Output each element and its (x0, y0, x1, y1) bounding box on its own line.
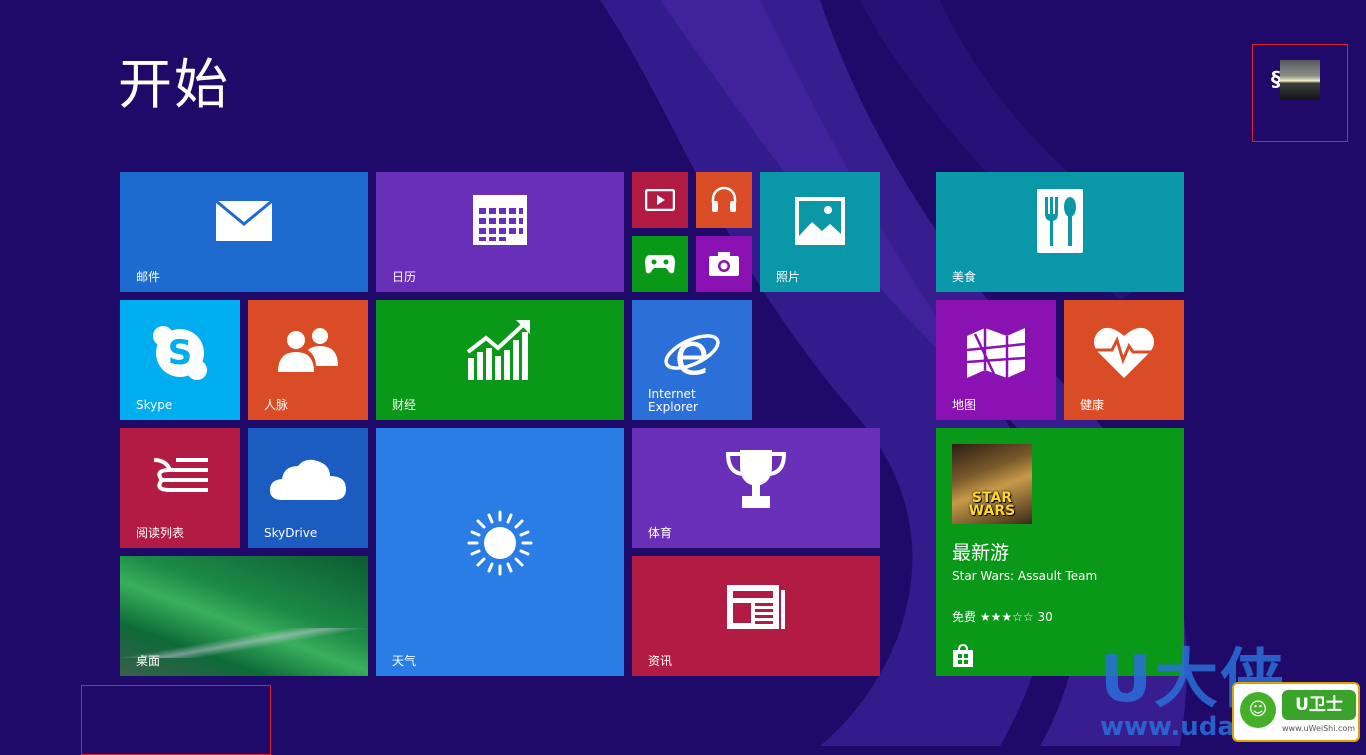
ie-icon: e (632, 322, 752, 380)
store-price: 免费 (952, 610, 977, 624)
camera-icon (696, 251, 752, 277)
tile-video[interactable] (632, 172, 688, 228)
store-heading: 最新游 (952, 542, 1010, 564)
fork-spoon-icon (936, 188, 1184, 254)
tile-label-food: 美食 (952, 270, 977, 284)
map-icon (936, 326, 1056, 380)
store-bag-icon (952, 644, 974, 668)
calendar-icon (376, 194, 624, 246)
tile-label-people: 人脉 (264, 398, 289, 412)
chart-icon (376, 318, 624, 382)
watermark-url: www.uda (1100, 712, 1235, 742)
tile-internet-explorer[interactable]: e Internet Explorer (632, 300, 752, 420)
tile-health[interactable]: 健康 (1064, 300, 1184, 420)
tile-skype[interactable]: S Skype (120, 300, 240, 420)
tile-label-mail: 邮件 (136, 270, 161, 284)
sun-icon (376, 510, 624, 576)
envelope-icon (120, 200, 368, 242)
tile-photos[interactable]: 照片 (760, 172, 880, 292)
tile-calendar[interactable]: 日历 (376, 172, 624, 292)
picture-icon (760, 196, 880, 246)
tile-desktop[interactable]: 桌面 (120, 556, 368, 676)
tile-label-reading-list: 阅读列表 (136, 526, 185, 540)
tile-label-skype: Skype (136, 398, 173, 412)
tile-label-skydrive: SkyDrive (264, 526, 318, 540)
skype-icon: S (120, 324, 240, 382)
tile-label-news: 资讯 (648, 654, 673, 668)
trophy-icon (632, 448, 880, 510)
tile-label-finance: 财经 (392, 398, 417, 412)
tile-people[interactable]: 人脉 (248, 300, 368, 420)
selection-highlight (81, 685, 271, 755)
tile-reading-list[interactable]: 阅读列表 (120, 428, 240, 548)
tile-label-ie-line1: Internet (648, 387, 696, 401)
tile-label-calendar: 日历 (392, 270, 417, 284)
people-icon (248, 326, 368, 374)
tile-label-photos: 照片 (776, 270, 801, 284)
svg-text:S: S (168, 333, 193, 373)
tile-maps[interactable]: 地图 (936, 300, 1056, 420)
user-avatar[interactable] (1280, 60, 1320, 100)
reading-list-icon (120, 456, 240, 500)
store-rating-count: 30 (1037, 610, 1053, 624)
tile-finance[interactable]: 财经 (376, 300, 624, 420)
store-rating-line: 免费 ★★★☆☆ 30 (952, 608, 1053, 625)
store-app-name: Star Wars: Assault Team (952, 569, 1098, 583)
tile-weather[interactable]: 天气 (376, 428, 624, 676)
badge-url: www.uWeiShi.com (1282, 724, 1356, 733)
page-title: 开始 (118, 53, 230, 116)
heart-pulse-icon (1064, 324, 1184, 380)
tile-label-ie-line2: Explorer (648, 400, 698, 414)
newspaper-icon (632, 584, 880, 630)
tile-skydrive[interactable]: SkyDrive (248, 428, 368, 548)
tile-news[interactable]: 资讯 (632, 556, 880, 676)
tile-mail[interactable]: 邮件 (120, 172, 368, 292)
user-account[interactable]: § (1252, 44, 1348, 142)
store-app-artwork: STAR WARS (952, 444, 1032, 524)
tile-food[interactable]: 美食 (936, 172, 1184, 292)
tile-label-weather: 天气 (392, 654, 417, 668)
tile-games[interactable] (632, 236, 688, 292)
tile-music[interactable] (696, 172, 752, 228)
headphones-icon (696, 185, 752, 215)
tile-label-health: 健康 (1080, 398, 1105, 412)
store-stars: ★★★☆☆ (979, 610, 1034, 624)
badge-name: U卫士 (1282, 690, 1356, 720)
svg-text:e: e (674, 322, 710, 380)
gamepad-icon (632, 253, 688, 275)
tile-label-maps: 地图 (952, 398, 977, 412)
tile-label-desktop: 桌面 (136, 654, 161, 668)
tile-camera[interactable] (696, 236, 752, 292)
tile-label-sports: 体育 (648, 526, 673, 540)
cloud-icon (248, 454, 368, 502)
store-app-artwork-text: STAR WARS (968, 490, 1016, 519)
tile-label-ie: Internet Explorer (648, 388, 698, 414)
smiley-icon: ☺ (1240, 692, 1276, 728)
video-icon (632, 189, 688, 211)
tile-sports[interactable]: 体育 (632, 428, 880, 548)
watermark-badge: ☺ U卫士 www.uWeiShi.com (1232, 682, 1360, 742)
